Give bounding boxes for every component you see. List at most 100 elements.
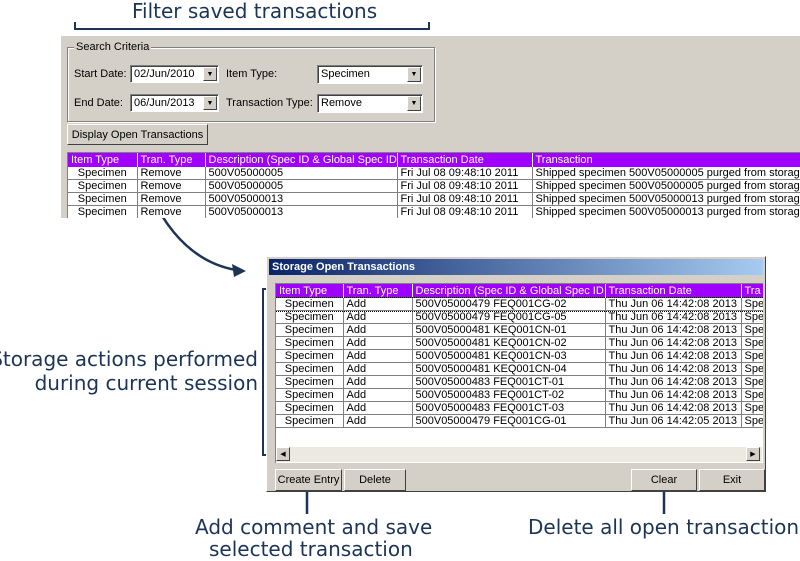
table-cell: Thu Jun 06 14:42:08 2013 xyxy=(605,362,742,376)
end-date-value: 06/Jun/2013 xyxy=(134,97,195,109)
table-cell: Spe xyxy=(741,349,763,363)
table-cell: Specimen xyxy=(276,298,344,311)
table-cell: Spe xyxy=(741,414,763,428)
table-cell: Specimen xyxy=(68,167,138,180)
table-row[interactable]: Specimen Add 500V05000483 FEQ001CT-01 Thu J… xyxy=(276,375,763,389)
open-transactions-table: Item Type Tran. Type Description (Spec ID … xyxy=(275,283,763,463)
table-row[interactable]: Specimen Add 500V05000481 KEQ001CN-03 Thu J… xyxy=(276,349,763,363)
column-header[interactable]: Transaction Date xyxy=(397,153,533,167)
transaction-type-value: Remove xyxy=(321,97,362,109)
table-row[interactable]: Specimen Add 500V05000483 FEQ001CT-02 Thu J… xyxy=(276,388,763,402)
table-cell: Specimen xyxy=(276,336,344,350)
table-cell: Specimen xyxy=(276,375,344,389)
table-cell: Add xyxy=(343,362,413,376)
start-date-value: 02/Jun/2010 xyxy=(134,68,195,80)
table-cell: Remove xyxy=(137,192,206,206)
column-header[interactable]: Tran. Type xyxy=(137,153,206,167)
column-header[interactable]: Transaction xyxy=(532,153,800,167)
start-date-field[interactable]: 02/Jun/2010 ▼ xyxy=(130,65,219,83)
table-cell: Specimen xyxy=(276,362,344,376)
horizontal-scrollbar[interactable]: ◀ ▶ xyxy=(276,447,762,462)
clear-button[interactable]: Clear xyxy=(631,469,697,491)
table-cell: Fri Jul 08 09:48:10 2011 xyxy=(397,192,533,206)
top-transactions-table: Item Type Tran. Type Description (Spec ID … xyxy=(67,152,800,218)
table-cell: Spe xyxy=(741,362,763,376)
table-cell: Spe xyxy=(741,323,763,337)
table-cell: Spe xyxy=(741,298,763,311)
column-header[interactable]: Description (Spec ID & Global Spec ID xyxy=(205,153,398,167)
table-cell: Add xyxy=(343,323,413,337)
end-date-label: End Date: xyxy=(74,97,123,109)
table-cell: Specimen xyxy=(276,323,344,337)
table-cell: Spe xyxy=(741,401,763,415)
open-table: Item Type Tran. Type Description (Spec ID … xyxy=(276,284,763,428)
table-cell: Specimen xyxy=(276,310,344,324)
exit-button[interactable]: Exit xyxy=(699,469,765,491)
chevron-down-icon[interactable]: ▼ xyxy=(203,96,217,110)
table-header-row: Item Type Tran. Type Description (Spec ID … xyxy=(276,284,763,298)
table-cell: Specimen xyxy=(276,388,344,402)
table-cell: Fri Jul 08 09:48:10 2011 xyxy=(397,205,533,218)
column-header[interactable]: Item Type xyxy=(276,284,344,298)
item-type-label: Item Type: xyxy=(226,68,278,80)
table-cell: Specimen xyxy=(68,192,138,206)
scroll-right-icon[interactable]: ▶ xyxy=(746,447,760,461)
table-cell: Add xyxy=(343,388,413,402)
table-cell: Shipped specimen 500V05000005 purged fro… xyxy=(532,179,800,193)
table-cell: 500V05000479 FEQ001CG-01 xyxy=(412,414,606,428)
table-cell: Thu Jun 06 14:42:08 2013 xyxy=(605,375,742,389)
table-cell: Thu Jun 06 14:42:05 2013 xyxy=(605,414,742,428)
table-cell: Spe xyxy=(741,388,763,402)
table-row[interactable]: Specimen Add 500V05000479 FEQ001CG-02 Thu J… xyxy=(276,297,763,312)
table-cell: Shipped specimen 500V05000013 purged fro… xyxy=(532,205,800,218)
table-cell: Thu Jun 06 14:42:08 2013 xyxy=(605,349,742,363)
table-row[interactable]: Specimen Remove 500V05000005 Fri Jul 08 09:… xyxy=(68,179,800,193)
scroll-left-icon[interactable]: ◀ xyxy=(276,447,290,461)
table-cell: 500V05000013 xyxy=(205,205,398,218)
table-cell: Add xyxy=(343,375,413,389)
display-open-transactions-button[interactable]: Display Open Transactions xyxy=(67,124,208,145)
column-header[interactable]: Transaction Date xyxy=(605,284,742,298)
table-cell: 500V05000479 FEQ001CG-02 xyxy=(412,298,606,311)
table-cell: Remove xyxy=(137,205,206,218)
start-date-label: Start Date: xyxy=(74,68,127,80)
end-date-field[interactable]: 06/Jun/2013 ▼ xyxy=(130,94,219,112)
table-cell: Specimen xyxy=(68,205,138,218)
transaction-type-label: Transaction Type: xyxy=(226,97,313,109)
create-entry-button[interactable]: Create Entry xyxy=(275,469,342,491)
table-row[interactable]: Specimen Add 500V05000481 KEQ001CN-02 Thu J… xyxy=(276,336,763,350)
table-cell: Shipped specimen 500V05000013 purged fro… xyxy=(532,192,800,206)
chevron-down-icon[interactable]: ▼ xyxy=(407,67,421,82)
table-row[interactable]: Specimen Add 500V05000481 KEQ001CN-01 Thu J… xyxy=(276,323,763,337)
table-cell: 500V05000481 KEQ001CN-01 xyxy=(412,323,606,337)
item-type-select[interactable]: Specimen ▼ xyxy=(317,65,423,84)
table-row[interactable]: Specimen Add 500V05000479 FEQ001CG-01 Thu J… xyxy=(276,414,763,428)
chevron-down-icon[interactable]: ▼ xyxy=(407,96,421,111)
table-row[interactable]: Specimen Add 500V05000483 FEQ001CT-03 Thu J… xyxy=(276,401,763,415)
table-row[interactable]: Specimen Add 500V05000479 FEQ001CG-05 Thu J… xyxy=(276,310,763,324)
search-criteria-group: Search Criteria Start Date: 02/Jun/2010 … xyxy=(67,41,435,122)
table-cell: Specimen xyxy=(276,401,344,415)
table-cell: 500V05000005 xyxy=(205,179,398,193)
table-cell: Specimen xyxy=(68,179,138,193)
table-row[interactable]: Specimen Add 500V05000481 KEQ001CN-04 Thu J… xyxy=(276,362,763,376)
chevron-down-icon[interactable]: ▼ xyxy=(203,67,217,81)
table-cell: 500V05000481 KEQ001CN-02 xyxy=(412,336,606,350)
delete-button[interactable]: Delete xyxy=(344,469,406,491)
table-cell: Remove xyxy=(137,167,206,180)
search-criteria-legend: Search Criteria xyxy=(74,41,152,54)
table-cell: Specimen xyxy=(276,349,344,363)
table-row[interactable]: Specimen Remove 500V05000013 Fri Jul 08 09:… xyxy=(68,192,800,206)
transaction-type-select[interactable]: Remove ▼ xyxy=(317,94,423,113)
table-cell: Add xyxy=(343,414,413,428)
table-cell: Shipped specimen 500V05000005 purged fro… xyxy=(532,167,800,180)
table-cell: Add xyxy=(343,349,413,363)
table-row[interactable]: Specimen Remove 500V05000013 Fri Jul 08 09:… xyxy=(68,205,800,218)
column-header[interactable]: Description (Spec ID & Global Spec ID xyxy=(412,284,606,298)
main-window: Search Criteria Start Date: 02/Jun/2010 … xyxy=(61,36,800,218)
table-cell: Thu Jun 06 14:42:08 2013 xyxy=(605,298,742,311)
column-header[interactable]: Tra xyxy=(741,284,763,298)
column-header[interactable]: Item Type xyxy=(68,153,138,167)
column-header[interactable]: Tran. Type xyxy=(343,284,413,298)
table-row[interactable]: Specimen Remove 500V05000005 Fri Jul 08 09:… xyxy=(68,167,800,180)
